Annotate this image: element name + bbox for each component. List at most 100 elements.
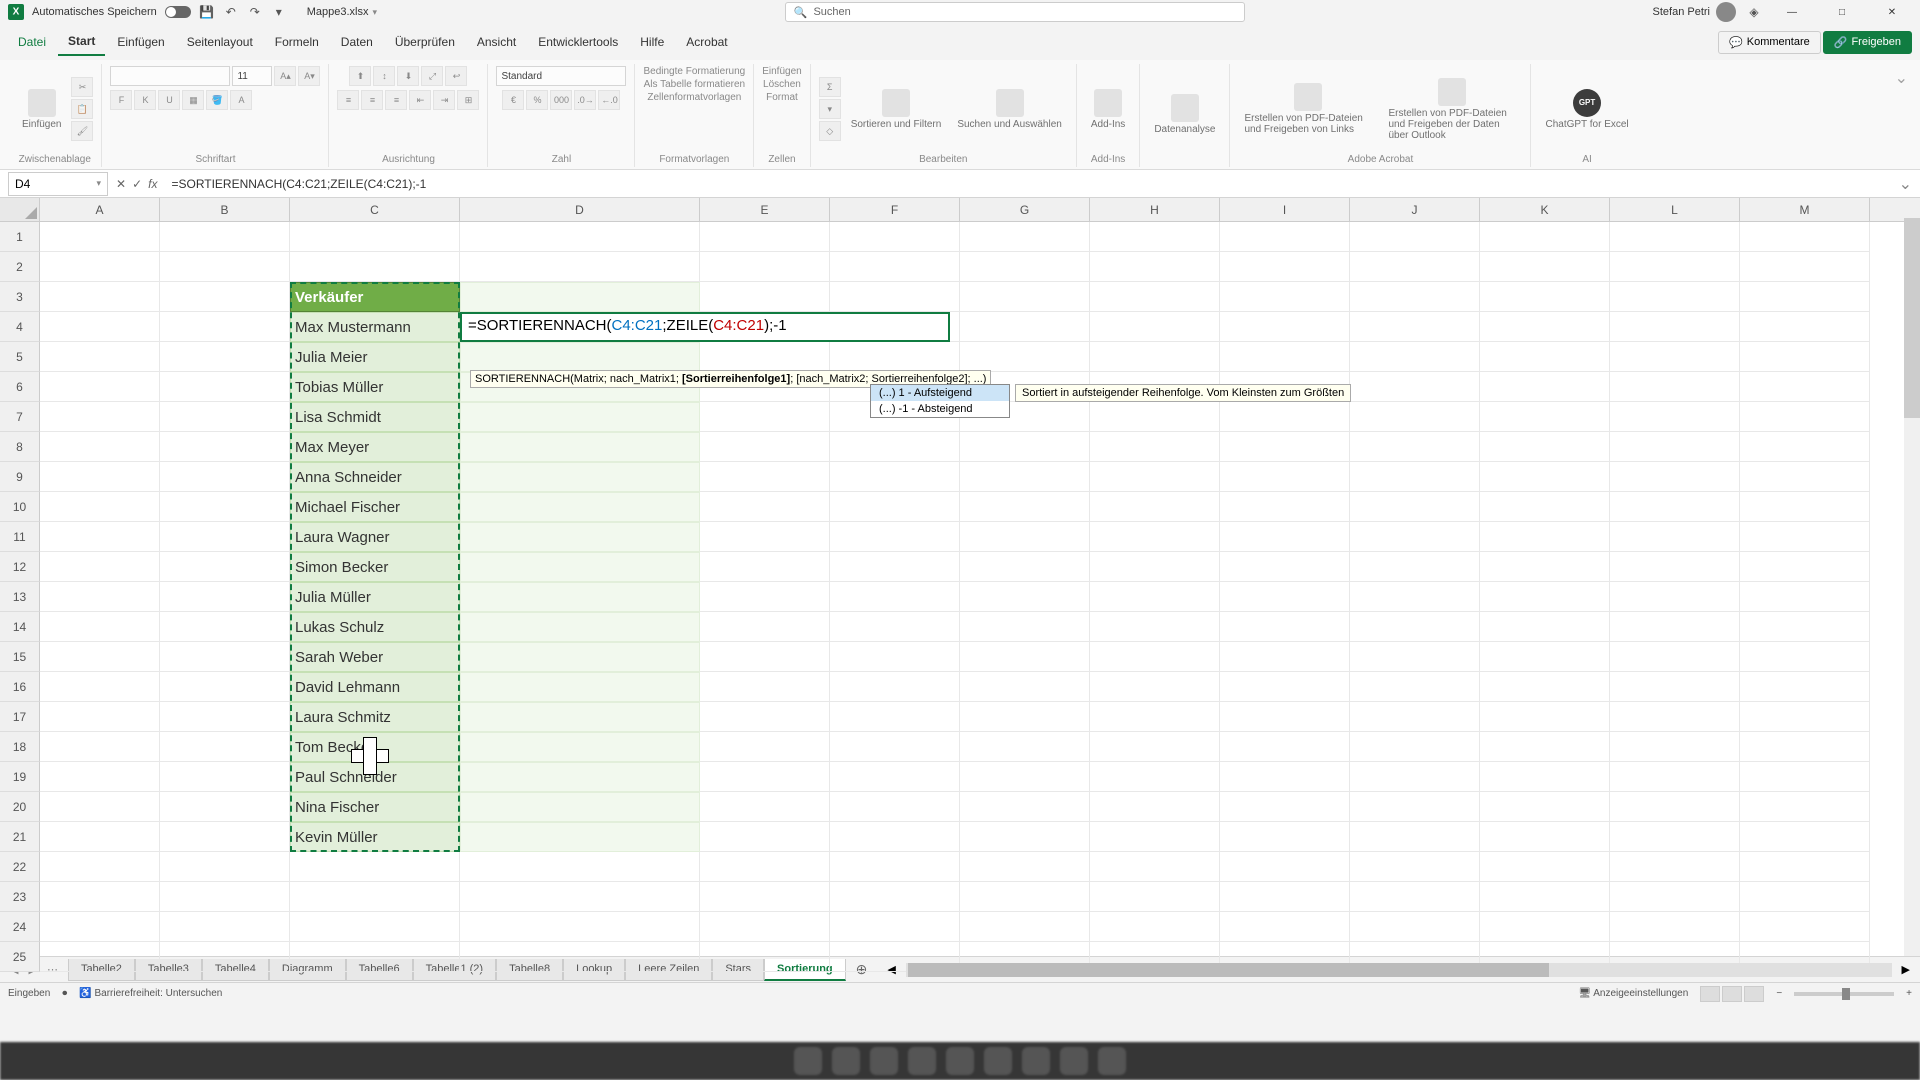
cell[interactable] [1090, 702, 1220, 732]
cell[interactable]: Lisa Schmidt [290, 402, 460, 432]
taskbar-icon[interactable] [870, 1047, 898, 1075]
cell[interactable] [1090, 222, 1220, 252]
cell[interactable] [160, 882, 290, 912]
font-color-icon[interactable]: A [230, 90, 252, 110]
row-header[interactable]: 2 [0, 252, 40, 282]
cell[interactable] [1610, 402, 1740, 432]
cell[interactable] [160, 762, 290, 792]
filename[interactable]: Mappe3.xlsx ▾ [307, 6, 377, 18]
fx-icon[interactable]: fx [148, 177, 157, 191]
cell[interactable] [1740, 852, 1870, 882]
number-format-input[interactable] [496, 66, 626, 86]
cell[interactable] [1610, 522, 1740, 552]
cell[interactable] [1220, 852, 1350, 882]
redo-icon[interactable]: ↷ [247, 4, 263, 20]
currency-icon[interactable]: € [502, 90, 524, 110]
conditional-formatting-button[interactable]: Bedingte Formatierung [643, 66, 745, 77]
font-name-input[interactable] [110, 66, 230, 86]
cell[interactable] [40, 372, 160, 402]
cell[interactable] [160, 252, 290, 282]
cell[interactable] [830, 882, 960, 912]
cell[interactable] [1480, 792, 1610, 822]
zoom-in-icon[interactable]: + [1906, 988, 1912, 999]
cell[interactable] [700, 492, 830, 522]
cell[interactable] [1090, 672, 1220, 702]
cell[interactable] [1350, 792, 1480, 822]
ribbon-collapse-icon[interactable]: ⌄ [1891, 64, 1912, 167]
cell[interactable] [1610, 582, 1740, 612]
cell[interactable] [1740, 282, 1870, 312]
sort-filter-button[interactable]: Sortieren und Filtern [845, 85, 948, 134]
cell[interactable] [1350, 882, 1480, 912]
find-select-button[interactable]: Suchen und Auswählen [951, 85, 1068, 134]
cell[interactable] [40, 312, 160, 342]
cell[interactable] [1610, 702, 1740, 732]
row-header[interactable]: 19 [0, 762, 40, 792]
cell[interactable] [460, 222, 700, 252]
cell[interactable] [40, 882, 160, 912]
cell[interactable] [40, 342, 160, 372]
cell[interactable]: Verkäufer [290, 282, 460, 312]
cell[interactable] [700, 792, 830, 822]
cell[interactable] [1610, 762, 1740, 792]
cell[interactable] [40, 282, 160, 312]
cell[interactable] [40, 612, 160, 642]
cell[interactable] [460, 282, 700, 312]
cell[interactable] [1480, 552, 1610, 582]
cell[interactable] [1350, 432, 1480, 462]
row-header[interactable]: 4 [0, 312, 40, 342]
font-size-input[interactable] [232, 66, 272, 86]
cell[interactable] [960, 492, 1090, 522]
cell[interactable] [830, 672, 960, 702]
cell[interactable] [160, 282, 290, 312]
cell[interactable] [1090, 312, 1220, 342]
cell[interactable] [160, 612, 290, 642]
minimize-button[interactable]: — [1772, 0, 1812, 24]
cell[interactable] [1480, 222, 1610, 252]
col-header-I[interactable]: I [1220, 198, 1350, 221]
cell[interactable] [1740, 372, 1870, 402]
cell[interactable] [1610, 222, 1740, 252]
cell[interactable] [1610, 882, 1740, 912]
cell[interactable]: Sarah Weber [290, 642, 460, 672]
cell[interactable] [160, 852, 290, 882]
cell[interactable] [460, 852, 700, 882]
cell[interactable] [1610, 822, 1740, 852]
cell[interactable] [830, 282, 960, 312]
tab-file[interactable]: Datei [8, 29, 56, 55]
cell[interactable] [160, 582, 290, 612]
cell[interactable] [160, 822, 290, 852]
cell[interactable] [1090, 492, 1220, 522]
acrobat-pdf-link-button[interactable]: Erstellen von PDF-Dateien und Freigeben … [1238, 79, 1378, 139]
cell[interactable] [1090, 732, 1220, 762]
merge-icon[interactable]: ⊞ [457, 90, 479, 110]
cell[interactable] [460, 672, 700, 702]
cell[interactable] [40, 402, 160, 432]
cell[interactable] [1220, 702, 1350, 732]
cell[interactable] [1090, 882, 1220, 912]
cell[interactable] [40, 582, 160, 612]
cell[interactable] [1220, 642, 1350, 672]
cell[interactable] [40, 432, 160, 462]
cell[interactable] [1610, 672, 1740, 702]
cell[interactable] [460, 552, 700, 582]
tab-review[interactable]: Überprüfen [385, 29, 465, 55]
col-header-F[interactable]: F [830, 198, 960, 221]
cell[interactable] [40, 732, 160, 762]
cell[interactable] [1740, 522, 1870, 552]
increase-decimal-icon[interactable]: .0→ [574, 90, 596, 110]
cell[interactable] [290, 852, 460, 882]
cell[interactable] [1350, 282, 1480, 312]
cell[interactable] [1610, 282, 1740, 312]
decrease-decimal-icon[interactable]: ←.0 [598, 90, 620, 110]
cell[interactable] [1350, 552, 1480, 582]
cell[interactable] [40, 522, 160, 552]
cell[interactable] [160, 702, 290, 732]
cell[interactable] [1740, 792, 1870, 822]
cell[interactable] [1610, 462, 1740, 492]
tab-developer[interactable]: Entwicklertools [528, 29, 628, 55]
cell[interactable] [460, 252, 700, 282]
row-header[interactable]: 18 [0, 732, 40, 762]
cell[interactable] [960, 672, 1090, 702]
cell[interactable] [960, 912, 1090, 942]
